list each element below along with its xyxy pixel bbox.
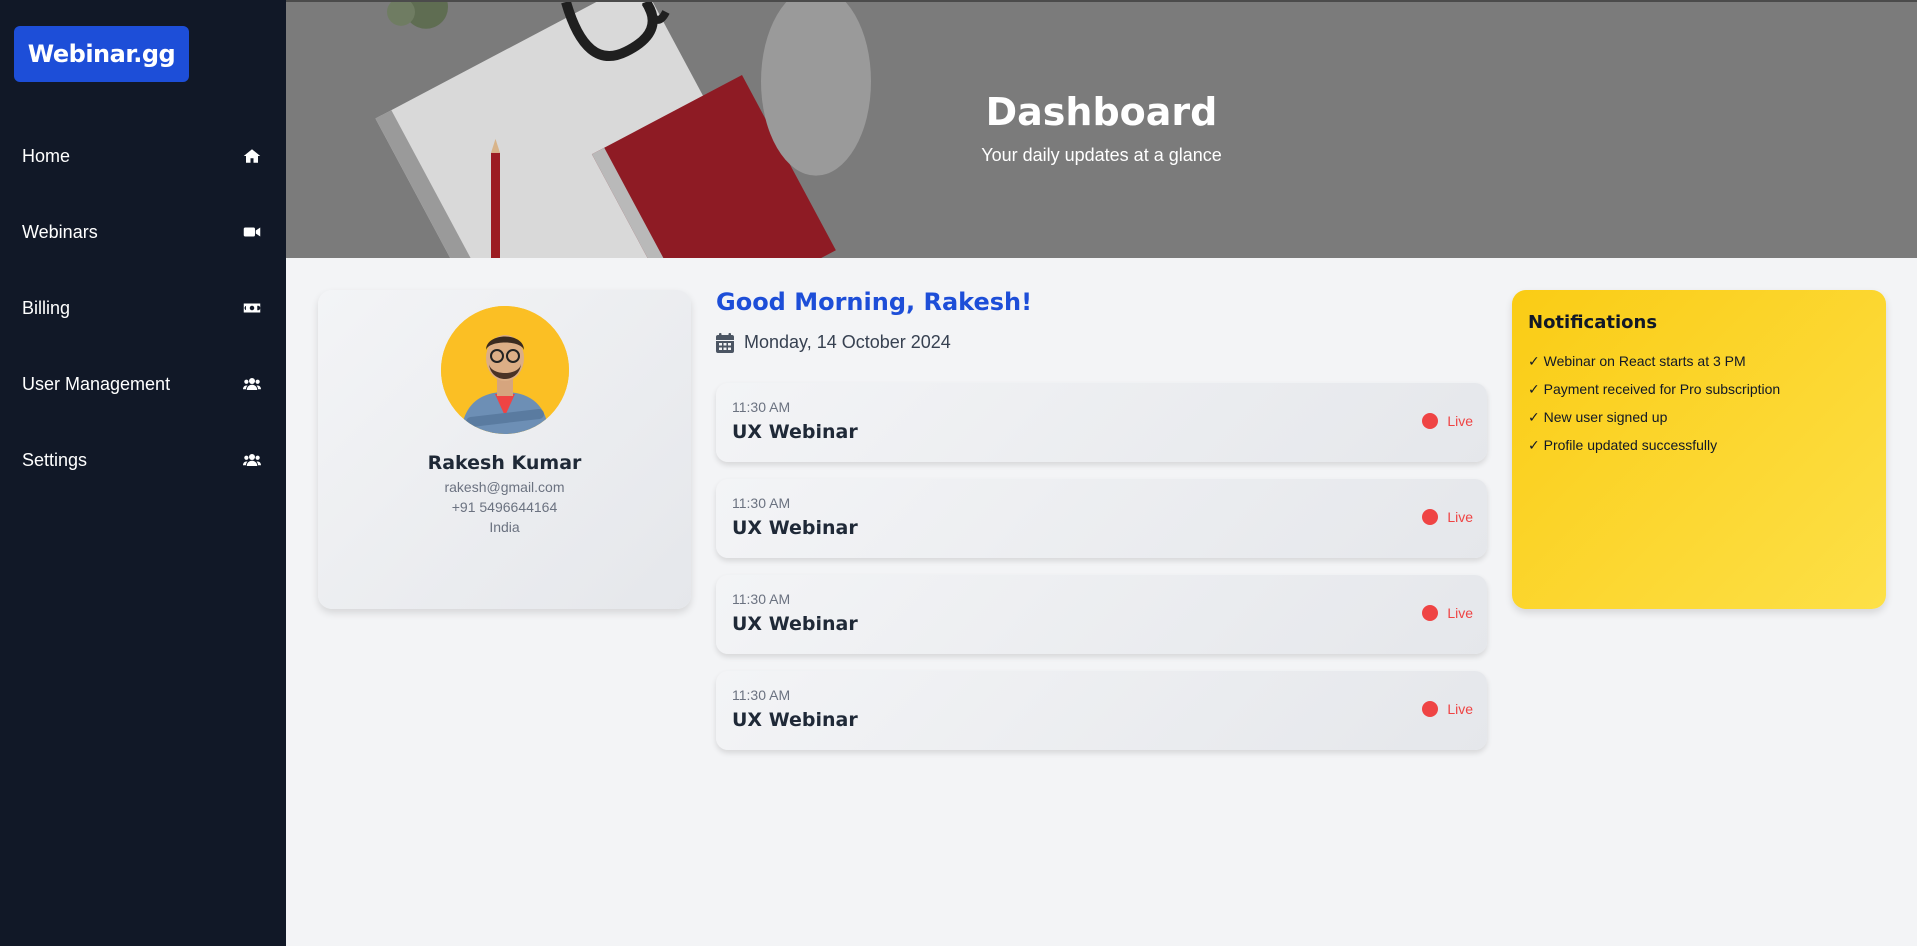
profile-country: India <box>489 519 520 535</box>
users-icon <box>242 450 262 470</box>
webinar-time: 11:30 AM <box>732 687 791 703</box>
sidebar-item-home[interactable]: Home <box>0 118 286 194</box>
current-date: Monday, 14 October 2024 <box>744 332 951 352</box>
webinar-card[interactable]: 11:30 AM UX Webinar Live <box>716 479 1487 558</box>
date-row: Monday, 14 October 2024 <box>716 332 951 353</box>
sidebar-item-label: Webinars <box>22 221 98 242</box>
greeting: Good Morning, Rakesh! <box>716 288 1033 316</box>
video-camera-icon <box>242 222 262 242</box>
notification-item: ✓ Profile updated successfully <box>1528 437 1718 453</box>
webinar-title: UX Webinar <box>732 421 858 443</box>
webinar-title: UX Webinar <box>732 613 858 635</box>
webinar-time: 11:30 AM <box>732 399 791 415</box>
profile-phone: +91 5496644164 <box>451 499 558 515</box>
calendar-icon <box>716 332 734 353</box>
profile-name: Rakesh Kumar <box>427 452 582 474</box>
profile-card: Rakesh Kumar rakesh@gmail.com +91 549664… <box>318 290 691 609</box>
live-dot-icon <box>1422 605 1439 621</box>
users-icon <box>242 374 262 394</box>
live-badge: Live <box>1422 509 1473 525</box>
logo[interactable]: Webinar.gg <box>14 26 189 82</box>
page-subtitle: Your daily updates at a glance <box>981 145 1222 165</box>
sidebar-item-user-management[interactable]: User Management <box>0 346 286 422</box>
live-badge: Live <box>1422 413 1473 429</box>
notification-item: ✓ Webinar on React starts at 3 PM <box>1528 353 1746 369</box>
webinar-title: UX Webinar <box>732 517 858 539</box>
page-title: Dashboard <box>985 90 1218 134</box>
notifications-panel: Notifications ✓ Webinar on React starts … <box>1512 290 1886 609</box>
sidebar-item-label: User Management <box>22 373 171 394</box>
live-dot-icon <box>1422 701 1439 717</box>
sidebar: Webinar.gg Home Webinars Billing User Ma… <box>0 0 286 946</box>
live-label: Live <box>1447 509 1473 525</box>
sidebar-item-settings[interactable]: Settings <box>0 422 286 498</box>
sidebar-item-webinars[interactable]: Webinars <box>0 194 286 270</box>
sidebar-item-label: Settings <box>22 449 88 470</box>
webinar-card[interactable]: 11:30 AM UX Webinar Live <box>716 383 1487 462</box>
profile-email: rakesh@gmail.com <box>444 479 565 495</box>
sidebar-item-billing[interactable]: Billing <box>0 270 286 346</box>
sidebar-nav: Home Webinars Billing User Management Se… <box>0 118 286 498</box>
webinar-title: UX Webinar <box>732 709 858 731</box>
avatar-image <box>441 306 569 434</box>
notification-item: ✓ New user signed up <box>1528 409 1668 425</box>
live-label: Live <box>1447 701 1473 717</box>
webinar-card[interactable]: 11:30 AM UX Webinar Live <box>716 671 1487 750</box>
notifications-title: Notifications <box>1528 312 1658 333</box>
money-bill-icon <box>242 298 262 318</box>
live-badge: Live <box>1422 605 1473 621</box>
avatar <box>441 306 569 434</box>
live-label: Live <box>1447 605 1473 621</box>
live-badge: Live <box>1422 701 1473 717</box>
live-dot-icon <box>1422 509 1439 525</box>
webinar-time: 11:30 AM <box>732 495 791 511</box>
live-dot-icon <box>1422 413 1439 429</box>
webinar-card[interactable]: 11:30 AM UX Webinar Live <box>716 575 1487 654</box>
sidebar-item-label: Home <box>22 145 71 166</box>
webinar-time: 11:30 AM <box>732 591 791 607</box>
sidebar-item-label: Billing <box>22 297 71 318</box>
hero-banner: Dashboard Your daily updates at a glance <box>286 0 1917 258</box>
live-label: Live <box>1447 413 1473 429</box>
home-icon <box>242 146 262 166</box>
notification-item: ✓ Payment received for Pro subscription <box>1528 381 1781 397</box>
